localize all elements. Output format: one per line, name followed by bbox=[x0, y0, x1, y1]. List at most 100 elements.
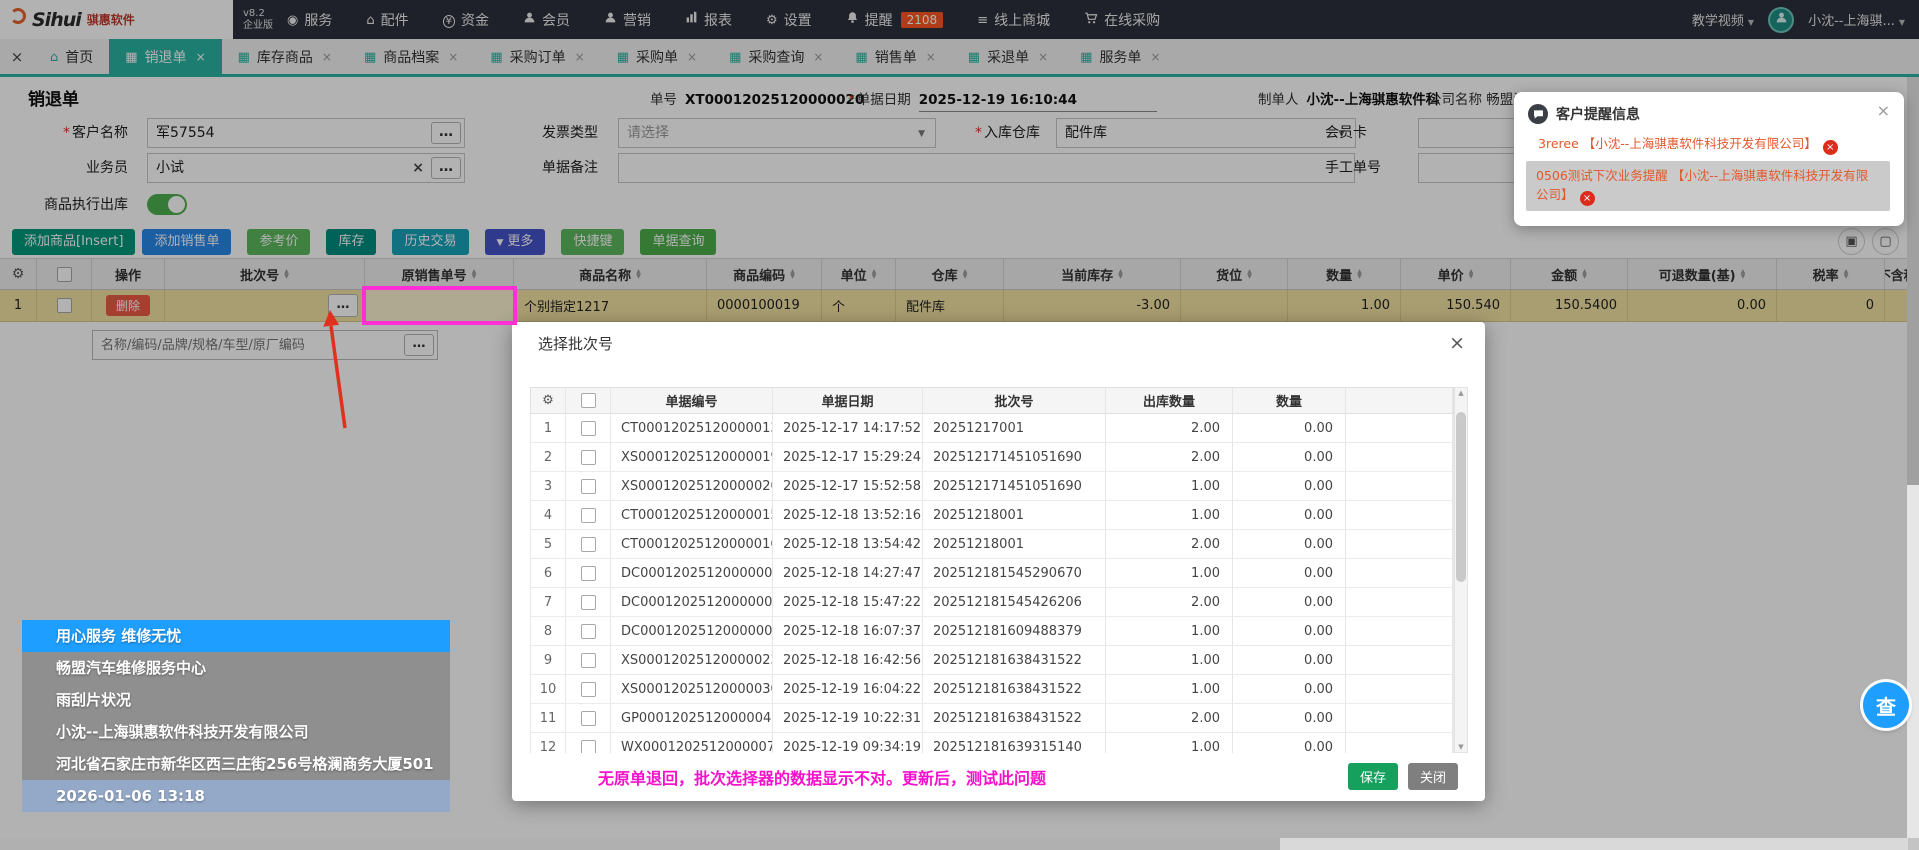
batch-row-checkbox[interactable] bbox=[566, 704, 611, 732]
checkbox[interactable] bbox=[581, 566, 596, 581]
batch-row-checkbox[interactable] bbox=[566, 530, 611, 558]
batch-cell: CT00012025120000015 bbox=[611, 501, 773, 529]
modal-settings-gear-icon[interactable]: ⚙ bbox=[531, 388, 566, 413]
batch-cell: 2.00 bbox=[1106, 704, 1233, 732]
modal-column-header-单据编号: 单据编号 bbox=[611, 388, 773, 413]
batch-row-number: 8 bbox=[531, 617, 566, 645]
announcement-row[interactable]: 2026-01-06 13:18 bbox=[22, 780, 450, 812]
batch-cell: 1.00 bbox=[1106, 617, 1233, 645]
close-button[interactable]: 关闭 bbox=[1408, 763, 1458, 790]
batch-row[interactable]: 4CT000120251200000152025-12-18 13:52:162… bbox=[531, 501, 1453, 530]
batch-row[interactable]: 5CT000120251200000162025-12-18 13:54:422… bbox=[531, 530, 1453, 559]
batch-row-checkbox[interactable] bbox=[566, 501, 611, 529]
annotation-highlight-box bbox=[362, 286, 517, 325]
batch-cell: CT00012025120000013 bbox=[611, 414, 773, 442]
modal-scrollbar-thumb[interactable] bbox=[1456, 412, 1466, 582]
modal-column-header-单据日期: 单据日期 bbox=[773, 388, 923, 413]
modal-filler-header bbox=[1346, 388, 1453, 413]
batch-cell: 1.00 bbox=[1106, 501, 1233, 529]
batch-cell: 0.00 bbox=[1233, 559, 1346, 587]
checkbox[interactable] bbox=[581, 450, 596, 465]
batch-cell: GP00012025120000040 bbox=[611, 704, 773, 732]
batch-cell: 0.00 bbox=[1233, 530, 1346, 558]
checkbox[interactable] bbox=[581, 624, 596, 639]
batch-row[interactable]: 10XS000120251200000302025-12-19 16:04:22… bbox=[531, 675, 1453, 704]
batch-row[interactable]: 12WX000120251200000712025-12-19 09:34:19… bbox=[531, 733, 1453, 753]
batch-row-number: 3 bbox=[531, 472, 566, 500]
batch-cell: 1.00 bbox=[1106, 733, 1233, 753]
batch-row-number: 9 bbox=[531, 646, 566, 674]
modal-scrollbar[interactable]: ▲ ▼ bbox=[1454, 387, 1468, 753]
batch-cell: 2025-12-18 16:07:37 bbox=[773, 617, 923, 645]
reminder-item-text: 3reree 【小沈--上海骐惠软件科技开发有限公司】 bbox=[1538, 136, 1817, 151]
announcement-row[interactable]: 畅盟汽车维修服务中心 bbox=[22, 652, 450, 684]
checkbox[interactable] bbox=[581, 682, 596, 697]
batch-row[interactable]: 6DC000120251200000072025-12-18 14:27:472… bbox=[531, 559, 1453, 588]
batch-cell: 2025-12-18 13:54:42 bbox=[773, 530, 923, 558]
batch-row[interactable]: 8DC000120251200000092025-12-18 16:07:372… bbox=[531, 617, 1453, 646]
batch-cell: 2025-12-19 09:34:19 bbox=[773, 733, 923, 753]
checkbox[interactable] bbox=[581, 479, 596, 494]
checkbox[interactable] bbox=[581, 421, 596, 436]
batch-cell: 1.00 bbox=[1106, 675, 1233, 703]
checkbox[interactable] bbox=[581, 740, 596, 754]
batch-row[interactable]: 1CT000120251200000132025-12-17 14:17:522… bbox=[531, 414, 1453, 443]
checkbox[interactable] bbox=[581, 508, 596, 523]
batch-row[interactable]: 2XS000120251200000192025-12-17 15:29:242… bbox=[531, 443, 1453, 472]
batch-row-checkbox[interactable] bbox=[566, 588, 611, 616]
announcement-row[interactable]: 雨刮片状况 bbox=[22, 684, 450, 716]
batch-row[interactable]: 11GP000120251200000402025-12-19 10:22:31… bbox=[531, 704, 1453, 733]
dismiss-reminder-icon[interactable]: × bbox=[1823, 140, 1838, 155]
modal-select-all-checkbox[interactable] bbox=[566, 388, 611, 413]
batch-row-number: 10 bbox=[531, 675, 566, 703]
announcement-widget: 用心服务 维修无忧畅盟汽车维修服务中心雨刮片状况小沈--上海骐惠软件科技开发有限… bbox=[22, 620, 450, 812]
dismiss-reminder-icon[interactable]: × bbox=[1580, 191, 1595, 206]
horizontal-scrollbar[interactable] bbox=[0, 838, 1908, 850]
batch-filler-cell bbox=[1346, 472, 1453, 500]
reminder-item: 3reree 【小沈--上海骐惠软件科技开发有限公司】 × bbox=[1538, 134, 1890, 155]
batch-cell: 202512181638431522 bbox=[923, 646, 1106, 674]
batch-filler-cell bbox=[1346, 414, 1453, 442]
batch-row-checkbox[interactable] bbox=[566, 617, 611, 645]
announcement-row[interactable]: 用心服务 维修无忧 bbox=[22, 620, 450, 652]
batch-row[interactable]: 3XS000120251200000202025-12-17 15:52:582… bbox=[531, 472, 1453, 501]
reminder-panel-close-icon[interactable]: × bbox=[1877, 101, 1890, 120]
vertical-scrollbar[interactable] bbox=[1907, 485, 1919, 838]
batch-row-checkbox[interactable] bbox=[566, 472, 611, 500]
batch-cell: 2025-12-17 14:17:52 bbox=[773, 414, 923, 442]
batch-cell: DC00012025120000009 bbox=[611, 617, 773, 645]
batch-cell: XS00012025120000019 bbox=[611, 443, 773, 471]
batch-row[interactable]: 9XS000120251200000232025-12-18 16:42:562… bbox=[531, 646, 1453, 675]
checkbox[interactable] bbox=[581, 653, 596, 668]
scroll-up-icon[interactable]: ▲ bbox=[1455, 389, 1467, 397]
modal-title: 选择批次号 bbox=[538, 322, 613, 366]
batch-cell: 0.00 bbox=[1233, 617, 1346, 645]
modal-footer: 无原单退回，批次选择器的数据显示不对。更新后，测试此问题 保存 关闭 bbox=[512, 753, 1485, 801]
batch-row-checkbox[interactable] bbox=[566, 733, 611, 753]
batch-cell: 2025-12-18 13:52:16 bbox=[773, 501, 923, 529]
batch-row-checkbox[interactable] bbox=[566, 559, 611, 587]
modal-close-icon[interactable]: × bbox=[1449, 332, 1465, 354]
checkbox[interactable] bbox=[581, 595, 596, 610]
horizontal-scrollbar-thumb[interactable] bbox=[0, 838, 1280, 850]
batch-cell: 202512181545426206 bbox=[923, 588, 1106, 616]
batch-cell: 2.00 bbox=[1106, 530, 1233, 558]
batch-row-checkbox[interactable] bbox=[566, 443, 611, 471]
announcement-row[interactable]: 小沈--上海骐惠软件科技开发有限公司 bbox=[22, 716, 450, 748]
batch-cell: 2025-12-19 10:22:31 bbox=[773, 704, 923, 732]
checkbox[interactable] bbox=[581, 711, 596, 726]
batch-row[interactable]: 7DC000120251200000082025-12-18 15:47:222… bbox=[531, 588, 1453, 617]
batch-cell: 20251217001 bbox=[923, 414, 1106, 442]
batch-cell: 1.00 bbox=[1106, 472, 1233, 500]
floating-search-button[interactable]: 查 bbox=[1863, 682, 1909, 728]
batch-cell: 20251218001 bbox=[923, 501, 1106, 529]
reminder-panel-header: 客户提醒信息 bbox=[1514, 92, 1904, 128]
batch-row-checkbox[interactable] bbox=[566, 414, 611, 442]
save-button[interactable]: 保存 bbox=[1348, 763, 1398, 790]
checkbox[interactable] bbox=[581, 537, 596, 552]
batch-row-checkbox[interactable] bbox=[566, 675, 611, 703]
announcement-row[interactable]: 河北省石家庄市新华区西三庄街256号格澜商务大厦501 bbox=[22, 748, 450, 780]
checkbox[interactable] bbox=[581, 393, 596, 408]
scroll-down-icon[interactable]: ▼ bbox=[1455, 743, 1467, 751]
batch-row-checkbox[interactable] bbox=[566, 646, 611, 674]
